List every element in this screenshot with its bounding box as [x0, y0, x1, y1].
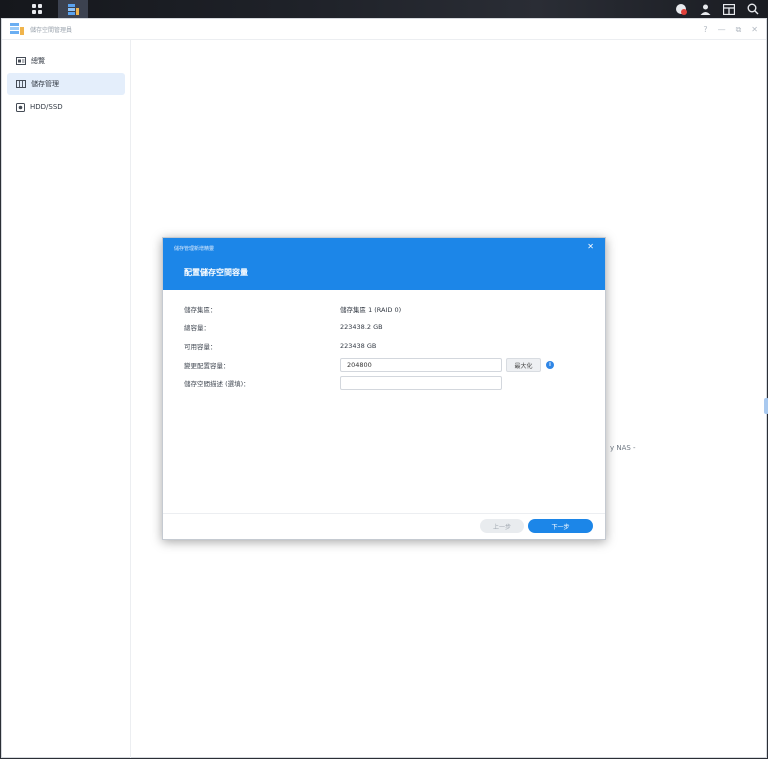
- window-title: 儲存空間管理員: [30, 26, 73, 34]
- help-button[interactable]: ?: [703, 25, 707, 34]
- notification-icon[interactable]: [672, 0, 690, 18]
- search-icon[interactable]: [744, 0, 762, 18]
- description-input[interactable]: [340, 376, 502, 390]
- info-icon[interactable]: i: [546, 361, 554, 369]
- pool-label: 儲存集區：: [184, 306, 217, 314]
- widgets-icon[interactable]: [720, 0, 738, 18]
- taskbar: [0, 0, 768, 18]
- sidebar-item-hdd-ssd[interactable]: HDD/SSD: [7, 96, 125, 118]
- sidebar-item-label: 儲存管理: [31, 80, 59, 88]
- dialog-title: 配置儲存空間容量: [184, 268, 248, 277]
- disk-icon: [16, 102, 25, 112]
- next-button[interactable]: 下一步: [528, 519, 593, 533]
- storage-icon: [16, 80, 26, 88]
- app-icon: [10, 23, 24, 35]
- total-capacity-value: 223438.2 GB: [340, 323, 383, 331]
- prev-button[interactable]: 上一步: [480, 519, 524, 533]
- allocate-capacity-label: 變更配置容量：: [184, 362, 230, 370]
- minimize-button[interactable]: —: [718, 25, 726, 34]
- pool-value: 儲存集區 1 (RAID 0): [340, 306, 402, 314]
- background-text: y NAS -: [610, 444, 636, 452]
- wizard-name: 儲存管理新增精靈: [174, 246, 215, 252]
- allocate-capacity-value: 204800: [347, 361, 372, 369]
- wizard-dialog: 儲存管理新增精靈 ✕ 配置儲存空間容量 儲存集區： 儲存集區 1 (RAID 0…: [162, 237, 606, 540]
- sidebar-item-storage[interactable]: 儲存管理: [7, 73, 125, 95]
- taskbar-storage-manager[interactable]: [58, 0, 88, 18]
- grid-icon: [32, 4, 42, 14]
- overview-icon: [16, 57, 26, 65]
- dialog-close-button[interactable]: ✕: [587, 242, 594, 251]
- sidebar-item-overview[interactable]: 總覽: [7, 50, 125, 72]
- storage-manager-icon: [67, 3, 79, 15]
- available-capacity-value: 223438 GB: [340, 342, 377, 350]
- user-icon[interactable]: [696, 0, 714, 18]
- main-menu-button[interactable]: [22, 0, 52, 18]
- available-capacity-label: 可用容量：: [184, 343, 217, 351]
- sidebar-item-label: HDD/SSD: [30, 103, 63, 111]
- sidebar-item-label: 總覽: [31, 57, 45, 65]
- total-capacity-label: 總容量：: [184, 324, 210, 332]
- maximize-button[interactable]: ⧉: [736, 25, 742, 35]
- dialog-header: 儲存管理新增精靈 ✕ 配置儲存空間容量: [163, 238, 605, 290]
- description-label: 儲存空間描述 (選填)：: [184, 380, 250, 388]
- edge-tab[interactable]: [764, 398, 768, 414]
- allocate-capacity-input[interactable]: 204800: [340, 358, 502, 372]
- maximize-capacity-button[interactable]: 最大化: [506, 358, 541, 372]
- sidebar: 總覽 儲存管理 HDD/SSD: [2, 40, 131, 758]
- close-button[interactable]: ✕: [751, 25, 758, 34]
- dialog-footer: 上一步 下一步: [163, 513, 605, 539]
- window-titlebar: 儲存空間管理員 ? — ⧉ ✕: [2, 19, 766, 40]
